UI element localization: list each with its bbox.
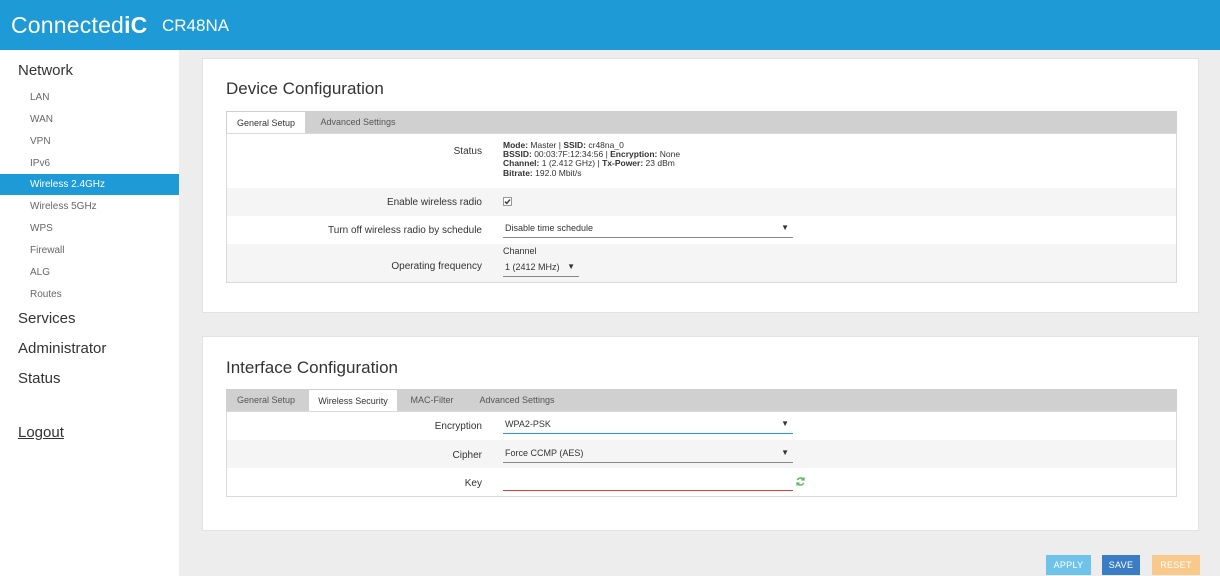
encryption-label: Encryption — [434, 421, 482, 432]
nav-services[interactable]: Services — [18, 310, 76, 327]
sidebar-item-wps[interactable]: WPS — [0, 218, 179, 239]
interface-config-title: Interface Configuration — [226, 358, 398, 377]
chevron-down-icon: ▼ — [781, 419, 789, 428]
device-config-panel: Device Configuration General Setup Advan… — [202, 58, 1199, 313]
interface-config-form: Encryption WPA2-PSK ▼ Cipher Force CCMP … — [226, 411, 1177, 497]
status-row: Status Mode: Master | SSID: cr48na_0 BSS… — [227, 134, 1176, 188]
status-label: Status — [453, 146, 482, 157]
sidebar-item-wireless-5ghz[interactable]: Wireless 5GHz — [0, 196, 179, 217]
device-config-title: Device Configuration — [226, 79, 384, 98]
frequency-row: Operating frequency Channel 1 (2412 MHz)… — [227, 244, 1176, 282]
chevron-down-icon: ▼ — [567, 262, 575, 271]
save-button[interactable]: SAVE — [1102, 555, 1140, 575]
cipher-select-value: Force CCMP (AES) — [505, 448, 584, 458]
sidebar-item-firewall[interactable]: Firewall — [0, 240, 179, 261]
tab-device-advanced-settings[interactable]: Advanced Settings — [308, 111, 408, 133]
refresh-icon[interactable] — [795, 474, 807, 486]
reset-button[interactable]: RESET — [1152, 555, 1200, 575]
enable-radio-label: Enable wireless radio — [386, 197, 482, 208]
brand-logo: ConnectediC — [11, 12, 147, 39]
key-row: Key — [227, 468, 1176, 496]
interface-config-tabbar: General Setup Wireless Security MAC-Filt… — [226, 389, 1177, 412]
key-input[interactable] — [503, 473, 793, 491]
status-line-4: Bitrate: 192.0 Mbit/s — [503, 167, 582, 178]
channel-select-value: 1 (2412 MHz) — [505, 262, 560, 272]
apply-button[interactable]: APPLY — [1046, 555, 1091, 575]
sidebar-item-vpn[interactable]: VPN — [0, 131, 179, 152]
enable-radio-row: Enable wireless radio — [227, 188, 1176, 216]
tab-interface-wireless-security[interactable]: Wireless Security — [308, 389, 398, 412]
encryption-select-value: WPA2-PSK — [505, 419, 551, 429]
sidebar-item-ipv6[interactable]: IPv6 — [0, 153, 179, 174]
brand-prefix: Connected — [11, 12, 125, 38]
key-label: Key — [464, 478, 482, 489]
encryption-select[interactable]: WPA2-PSK ▼ — [503, 416, 793, 434]
chevron-down-icon: ▼ — [781, 223, 789, 232]
tab-device-general-setup[interactable]: General Setup — [226, 111, 306, 134]
model-name: CR48NA — [162, 16, 230, 35]
device-config-tabbar: General Setup Advanced Settings — [226, 111, 1177, 134]
channel-caption: Channel — [503, 246, 537, 256]
device-config-form: Status Mode: Master | SSID: cr48na_0 BSS… — [226, 133, 1177, 283]
top-header: ConnectediC CR48NA — [0, 0, 1220, 50]
logout-link[interactable]: Logout — [18, 424, 64, 441]
nav-network[interactable]: Network — [18, 62, 73, 79]
nav-administrator[interactable]: Administrator — [18, 340, 106, 357]
brand-suffix: iC — [124, 12, 148, 38]
sidebar-item-routes[interactable]: Routes — [0, 284, 179, 305]
encryption-row: Encryption WPA2-PSK ▼ — [227, 412, 1176, 440]
sidebar: Network LAN WAN VPN IPv6 Wireless 2.4GHz… — [0, 50, 179, 576]
checkbox-checked-icon — [503, 197, 512, 206]
tab-interface-mac-filter[interactable]: MAC-Filter — [401, 389, 463, 411]
frequency-label: Operating frequency — [391, 261, 482, 272]
cipher-label: Cipher — [452, 450, 482, 461]
sidebar-item-alg[interactable]: ALG — [0, 262, 179, 283]
channel-select[interactable]: 1 (2412 MHz) ▼ — [503, 259, 579, 277]
schedule-select-value: Disable time schedule — [505, 223, 594, 233]
status-value: Mode: Master | SSID: cr48na_0 BSSID: 00:… — [503, 140, 680, 178]
schedule-select[interactable]: Disable time schedule ▼ — [503, 220, 793, 238]
tab-interface-advanced-settings[interactable]: Advanced Settings — [468, 389, 566, 411]
schedule-label: Turn off wireless radio by schedule — [328, 225, 482, 236]
enable-radio-checkbox[interactable] — [503, 197, 512, 206]
sidebar-item-lan[interactable]: LAN — [0, 87, 179, 108]
chevron-down-icon: ▼ — [781, 448, 789, 457]
schedule-row: Turn off wireless radio by schedule Disa… — [227, 216, 1176, 244]
cipher-select[interactable]: Force CCMP (AES) ▼ — [503, 445, 793, 463]
tab-interface-general-setup[interactable]: General Setup — [226, 389, 306, 411]
sidebar-item-wireless-24ghz[interactable]: Wireless 2.4GHz — [0, 174, 179, 195]
nav-status[interactable]: Status — [18, 370, 61, 387]
interface-config-panel: Interface Configuration General Setup Wi… — [202, 336, 1199, 531]
sidebar-item-wan[interactable]: WAN — [0, 109, 179, 130]
cipher-row: Cipher Force CCMP (AES) ▼ — [227, 440, 1176, 468]
